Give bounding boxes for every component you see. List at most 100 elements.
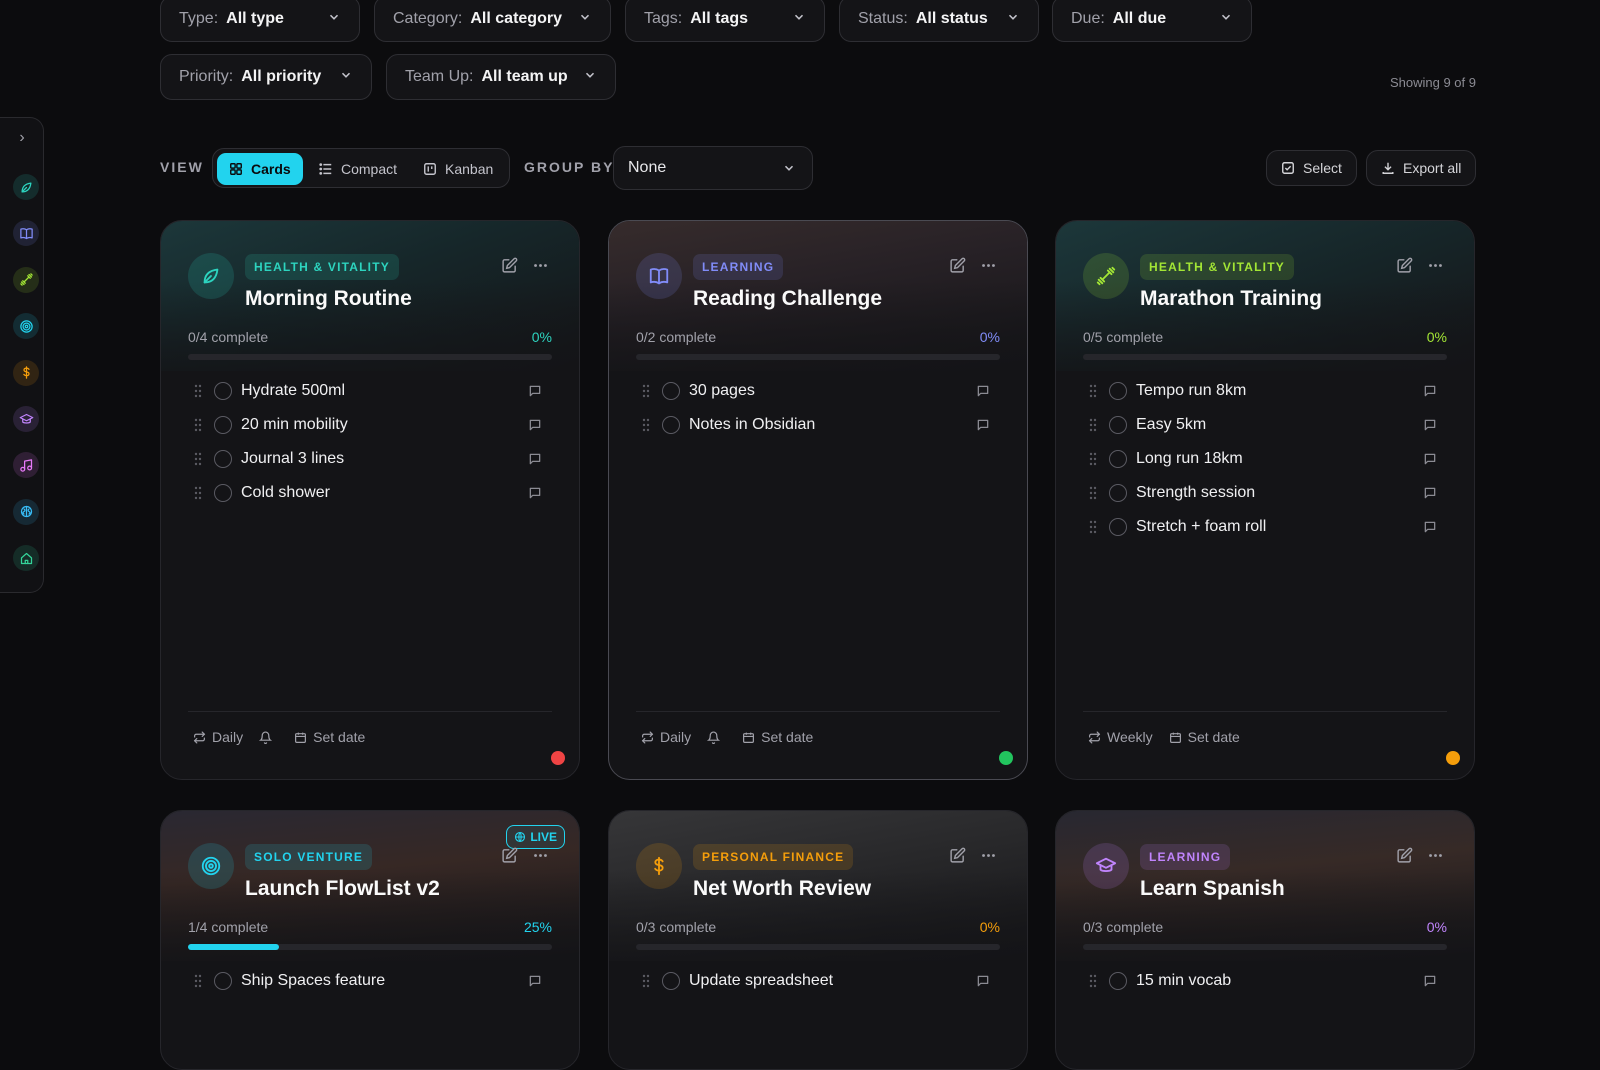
comment-icon[interactable] [528,486,542,500]
status-dot[interactable] [551,751,565,765]
task-label[interactable]: Easy 5km [1136,416,1423,434]
comment-icon[interactable] [1423,384,1437,398]
sidebar-space-brain[interactable] [13,498,39,525]
more-icon[interactable] [532,257,549,274]
space-card[interactable]: SOLO VENTURE Launch FlowList v2 LIVE 1/4 c… [160,810,580,1070]
comment-icon[interactable] [1423,452,1437,466]
drag-handle-icon[interactable] [1089,974,1097,988]
filter-type-select[interactable]: Type: All type [160,0,360,42]
task-label[interactable]: 30 pages [689,382,976,400]
task-checkbox[interactable] [662,416,680,434]
drag-handle-icon[interactable] [194,384,202,398]
comment-icon[interactable] [528,384,542,398]
expand-sidebar-button[interactable]: › [12,128,32,148]
card-title[interactable]: Learn Spanish [1140,877,1285,901]
comment-icon[interactable] [976,974,990,988]
export-all-button[interactable]: Export all [1366,150,1477,186]
repeat-chip[interactable]: Weekly [1088,729,1153,745]
filter-tags-select[interactable]: Tags: All tags [625,0,825,42]
comment-icon[interactable] [976,418,990,432]
set-date-button[interactable]: Set date [294,729,365,745]
card-title[interactable]: Reading Challenge [693,287,882,311]
space-card[interactable]: LEARNING Learn Spanish 0/3 complete 0% 15 … [1055,810,1475,1070]
view-cards-button[interactable]: Cards [217,153,303,185]
space-card[interactable]: HEALTH & VITALITY Marathon Training 0/5 c… [1055,220,1475,780]
task-checkbox[interactable] [214,382,232,400]
edit-icon[interactable] [1396,257,1413,274]
comment-icon[interactable] [528,974,542,988]
drag-handle-icon[interactable] [1089,384,1097,398]
reminder-button[interactable] [707,731,726,744]
space-card[interactable]: LEARNING Reading Challenge 0/2 complete 0%… [608,220,1028,780]
task-checkbox[interactable] [1109,382,1127,400]
drag-handle-icon[interactable] [194,418,202,432]
more-icon[interactable] [1427,847,1444,864]
task-checkbox[interactable] [1109,518,1127,536]
comment-icon[interactable] [1423,974,1437,988]
task-checkbox[interactable] [662,382,680,400]
card-title[interactable]: Morning Routine [245,287,412,311]
live-badge[interactable]: LIVE [506,825,565,849]
sidebar-space-music[interactable] [13,452,39,479]
more-icon[interactable] [1427,257,1444,274]
filter-status-select[interactable]: Status: All status [839,0,1039,42]
edit-icon[interactable] [501,257,518,274]
task-label[interactable]: Notes in Obsidian [689,416,976,434]
drag-handle-icon[interactable] [642,418,650,432]
edit-icon[interactable] [949,257,966,274]
task-label[interactable]: Tempo run 8km [1136,382,1423,400]
more-icon[interactable] [532,847,549,864]
drag-handle-icon[interactable] [194,452,202,466]
drag-handle-icon[interactable] [194,486,202,500]
sidebar-space-target[interactable] [13,313,39,340]
task-label[interactable]: Journal 3 lines [241,450,528,468]
task-checkbox[interactable] [214,450,232,468]
drag-handle-icon[interactable] [1089,452,1097,466]
task-checkbox[interactable] [1109,450,1127,468]
task-label[interactable]: Ship Spaces feature [241,972,528,990]
more-icon[interactable] [980,847,997,864]
card-title[interactable]: Launch FlowList v2 [245,877,440,901]
task-label[interactable]: Hydrate 500ml [241,382,528,400]
space-card[interactable]: PERSONAL FINANCE Net Worth Review 0/3 com… [608,810,1028,1070]
select-button[interactable]: Select [1266,150,1357,186]
drag-handle-icon[interactable] [1089,486,1097,500]
drag-handle-icon[interactable] [194,974,202,988]
view-kanban-button[interactable]: Kanban [411,153,505,185]
repeat-chip[interactable]: Daily [193,729,243,745]
more-icon[interactable] [980,257,997,274]
group-by-select[interactable]: None [613,146,813,190]
task-checkbox[interactable] [1109,972,1127,990]
status-dot[interactable] [1446,751,1460,765]
edit-icon[interactable] [949,847,966,864]
task-label[interactable]: Strength session [1136,484,1423,502]
reminder-button[interactable] [259,731,278,744]
task-label[interactable]: Update spreadsheet [689,972,976,990]
repeat-chip[interactable]: Daily [641,729,691,745]
task-label[interactable]: Stretch + foam roll [1136,518,1423,536]
edit-icon[interactable] [501,847,518,864]
status-dot[interactable] [999,751,1013,765]
edit-icon[interactable] [1396,847,1413,864]
comment-icon[interactable] [1423,418,1437,432]
comment-icon[interactable] [1423,486,1437,500]
set-date-button[interactable]: Set date [1169,729,1240,745]
sidebar-space-book[interactable] [13,220,39,247]
sidebar-space-grad-cap[interactable] [13,406,39,432]
filter-priority-select[interactable]: Priority: All priority [160,54,372,100]
task-checkbox[interactable] [214,972,232,990]
drag-handle-icon[interactable] [642,974,650,988]
set-date-button[interactable]: Set date [742,729,813,745]
filter-due-select[interactable]: Due: All due [1052,0,1252,42]
card-title[interactable]: Marathon Training [1140,287,1322,311]
filter-team-up-select[interactable]: Team Up: All team up [386,54,616,100]
comment-icon[interactable] [528,418,542,432]
sidebar-space-leaf[interactable] [13,174,39,200]
space-card[interactable]: HEALTH & VITALITY Morning Routine 0/4 com… [160,220,580,780]
filter-category-select[interactable]: Category: All category [374,0,611,42]
task-label[interactable]: Cold shower [241,484,528,502]
drag-handle-icon[interactable] [642,384,650,398]
task-label[interactable]: 20 min mobility [241,416,528,434]
sidebar-space-dollar[interactable] [13,359,39,386]
view-compact-button[interactable]: Compact [307,153,409,185]
